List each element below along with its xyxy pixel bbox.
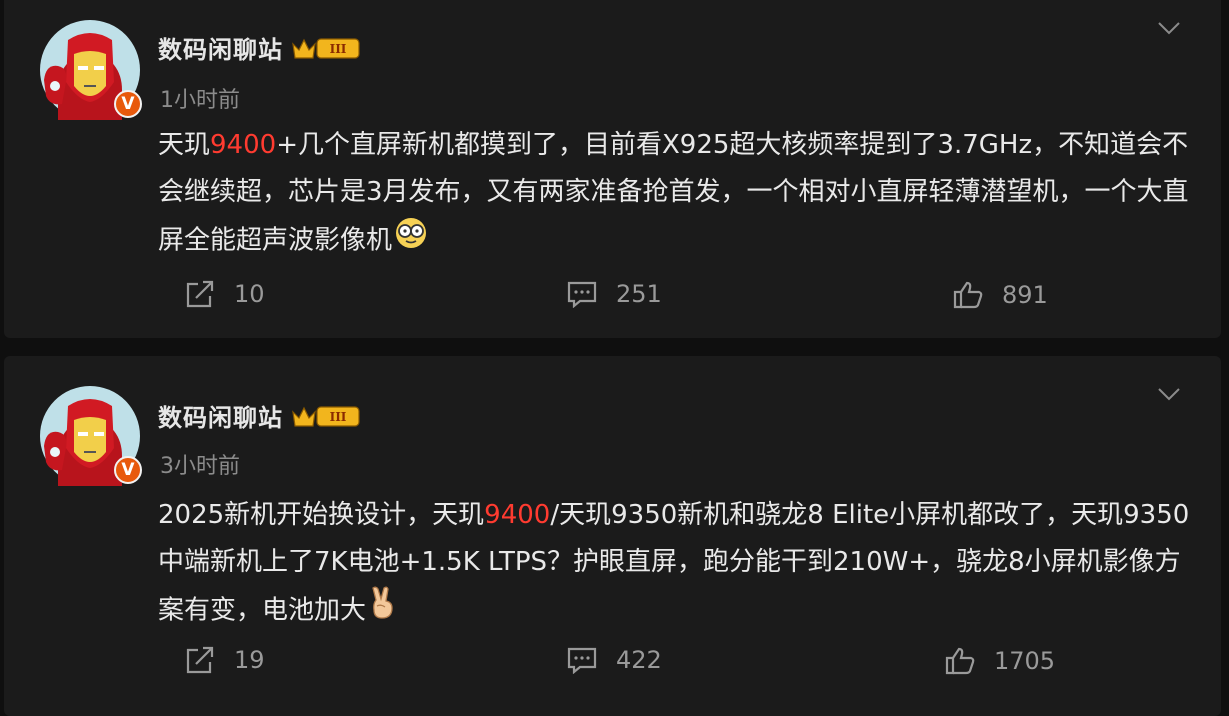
action-bar: 19 422 1705	[4, 646, 1221, 686]
highlight-text[interactable]: 9400	[484, 500, 550, 530]
smile-glasses-emoji-icon	[394, 216, 428, 266]
comment-button[interactable]: 422	[566, 646, 662, 674]
crown-badge-icon: III	[292, 37, 360, 59]
avatar[interactable]: V	[40, 20, 142, 120]
comment-button[interactable]: 251	[566, 280, 662, 308]
member-rank-badge[interactable]: III	[291, 402, 361, 430]
username[interactable]: 数码闲聊站	[158, 398, 283, 433]
feed: V 数码闲聊站 III 1小时前 天玑9400+几个直屏新机都摸到了，目前看X9…	[0, 0, 1229, 716]
svg-text:III: III	[330, 410, 347, 424]
like-button[interactable]: 1705	[944, 646, 1055, 676]
share-icon	[186, 646, 214, 674]
author-row: 数码闲聊站 III	[158, 30, 361, 65]
action-bar: 10 251 891	[4, 280, 1221, 320]
share-count: 10	[234, 280, 265, 308]
post-text-segment: 天玑	[158, 130, 211, 160]
comment-icon	[567, 647, 597, 674]
highlight-text[interactable]: 9400	[210, 130, 276, 160]
like-count: 891	[1002, 281, 1048, 309]
victory-hand-emoji-icon	[368, 586, 398, 636]
chevron-down-icon[interactable]	[1157, 386, 1181, 402]
username[interactable]: 数码闲聊站	[158, 30, 283, 65]
post-card: V 数码闲聊站 III 1小时前 天玑9400+几个直屏新机都摸到了，目前看X9…	[4, 0, 1221, 338]
post-text: 天玑9400+几个直屏新机都摸到了，目前看X925超大核频率提到了3.7GHz，…	[158, 122, 1198, 266]
chevron-down-icon[interactable]	[1157, 20, 1181, 36]
thumbs-up-icon	[945, 647, 975, 675]
share-count: 19	[234, 646, 265, 674]
svg-text:III: III	[330, 42, 347, 56]
like-count: 1705	[994, 647, 1056, 675]
post-text-segment: 2025新机开始换设计，天玑	[158, 500, 485, 530]
share-button[interactable]: 19	[184, 646, 265, 674]
comment-icon	[567, 281, 597, 308]
comment-count: 422	[616, 646, 662, 674]
post-text: 2025新机开始换设计，天玑9400/天玑9350新机和骁龙8 Elite小屏机…	[158, 492, 1198, 636]
post-card: V 数码闲聊站 III 3小时前 2025新机开始换设计，天玑9400/天玑93…	[4, 356, 1221, 716]
avatar[interactable]: V	[40, 386, 142, 486]
crown-badge-icon: III	[292, 405, 360, 427]
member-rank-badge[interactable]: III	[291, 34, 361, 62]
post-time: 3小时前	[160, 454, 240, 479]
thumbs-up-icon	[953, 281, 983, 309]
post-time: 1小时前	[160, 88, 240, 113]
comment-count: 251	[616, 280, 662, 308]
post-text-segment: +几个直屏新机都摸到了，目前看X925超大核频率提到了3.7GHz，不知道会不会…	[158, 130, 1189, 256]
verified-badge-icon: V	[114, 456, 142, 484]
share-icon	[186, 280, 214, 308]
author-row: 数码闲聊站 III	[158, 398, 361, 433]
verified-badge-icon: V	[114, 90, 142, 118]
like-button[interactable]: 891	[952, 280, 1048, 310]
share-button[interactable]: 10	[184, 280, 265, 308]
